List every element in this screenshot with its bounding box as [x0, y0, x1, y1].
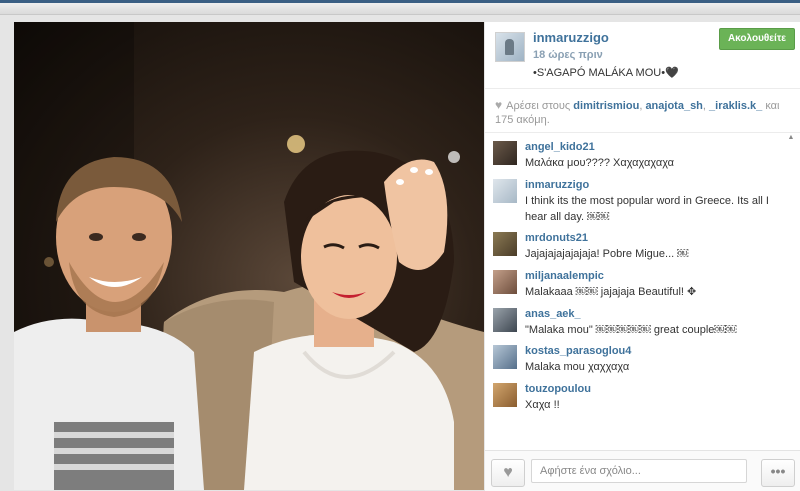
commenter-username[interactable]: angel_kido21: [525, 141, 595, 153]
comment-text: Malaka mou χαχχαχα: [525, 361, 630, 373]
photo-illustration: [14, 22, 484, 490]
commenter-username[interactable]: kostas_parasoglou4: [525, 345, 631, 357]
post-caption: •S'AGAPÓ MALÁKA MOU•🖤: [533, 67, 679, 79]
commenter-avatar[interactable]: [493, 383, 517, 407]
post-header: inmaruzzigo 18 ώρες πριν •S'AGAPÓ MALÁKA…: [485, 22, 800, 89]
more-options-button[interactable]: •••: [761, 459, 795, 487]
comment-input[interactable]: [531, 459, 747, 483]
commenter-avatar[interactable]: [493, 179, 517, 203]
heart-icon: ♥: [495, 98, 503, 112]
comment-text: "Malaka mou" ￼￼￼￼￼ great couple￼￼: [525, 324, 737, 336]
liker-link[interactable]: anajota_sh: [645, 100, 702, 112]
comment-text: Χαχα !!: [525, 399, 560, 411]
post-footer: ♥ •••: [485, 450, 800, 491]
comment-text: Malakaaa ￼￼ jajajaja Beautiful! ✥: [525, 286, 697, 298]
liker-link[interactable]: _iraklis.k_: [709, 100, 762, 112]
commenter-avatar[interactable]: [493, 345, 517, 369]
likes-prefix: Αρέσει στους: [506, 100, 571, 112]
heart-icon: ♥: [503, 464, 513, 481]
commenter-avatar[interactable]: [493, 141, 517, 165]
commenter-username[interactable]: mrdonuts21: [525, 232, 588, 244]
commenter-avatar[interactable]: [493, 232, 517, 256]
browser-top-bar: [0, 0, 800, 15]
commenter-avatar[interactable]: [493, 270, 517, 294]
commenter-username[interactable]: touzopoulou: [525, 383, 591, 395]
comment-scrollbar[interactable]: ▲ ▼: [787, 134, 795, 464]
commenter-username[interactable]: anas_aek_: [525, 308, 581, 320]
owner-username[interactable]: inmaruzzigo: [533, 30, 609, 45]
top-accent-strip: [0, 0, 800, 3]
scroll-up-icon[interactable]: ▲: [787, 134, 795, 142]
commenter-username[interactable]: inmaruzzigo: [525, 179, 589, 191]
post-timestamp[interactable]: 18 ώρες πριν: [533, 49, 603, 61]
likes-summary: ♥ Αρέσει στους dimitrismiou, anajota_sh, …: [495, 98, 780, 126]
post-modal: inmaruzzigo 18 ώρες πριν •S'AGAPÓ MALÁKA…: [14, 22, 800, 491]
liker-link[interactable]: dimitrismiou: [573, 100, 639, 112]
comment-text: Μαλάκα μου???? Χαχαχαχαχα: [525, 157, 675, 169]
commenter-username[interactable]: miljanaalempic: [525, 270, 604, 282]
follow-button[interactable]: Ακολουθείτε: [719, 28, 795, 50]
post-photo[interactable]: [14, 22, 484, 490]
post-sidebar: inmaruzzigo 18 ώρες πριν •S'AGAPÓ MALÁKA…: [484, 22, 800, 491]
comment-list: angel_kido21 Μαλάκα μου???? Χαχαχαχαχα i…: [485, 132, 800, 469]
comment-text: I think its the most popular word in Gre…: [525, 195, 769, 223]
commenter-avatar[interactable]: [493, 308, 517, 332]
comment-text: Jajajajajajajaja! Pobre Migue... ￼: [525, 248, 689, 260]
like-button[interactable]: ♥: [491, 459, 525, 487]
owner-avatar[interactable]: [495, 32, 525, 62]
